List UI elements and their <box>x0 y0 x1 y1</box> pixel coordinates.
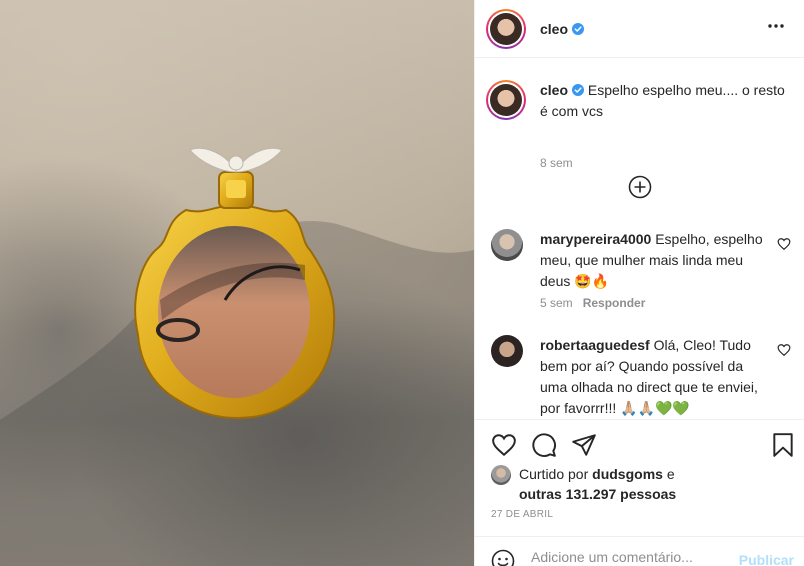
comment-like-icon[interactable] <box>777 343 791 357</box>
more-options-button[interactable] <box>764 14 788 38</box>
comment-icon[interactable] <box>531 432 557 458</box>
likes-summary: Curtido por dudsgoms e outras 131.297 pe… <box>491 464 676 504</box>
post-caption: cleo Espelho espelho meu.... o resto é c… <box>486 80 796 170</box>
caption-username[interactable]: cleo <box>540 82 568 98</box>
comment-meta: 5 sem Responder <box>540 296 645 310</box>
comment-username[interactable]: robertaaguedesf <box>540 337 650 353</box>
commenter-avatar[interactable] <box>491 335 523 367</box>
plus-circle-icon <box>628 175 652 199</box>
action-bar <box>475 419 804 457</box>
comment-like-icon[interactable] <box>777 237 791 251</box>
comment-time[interactable]: 5 sem <box>540 296 573 310</box>
mirror-illustration <box>0 147 474 566</box>
verified-badge-icon <box>572 22 585 35</box>
more-horizontal-icon <box>768 24 784 28</box>
post-photo[interactable] <box>0 0 474 566</box>
likes-mid: e <box>666 466 675 482</box>
post-date[interactable]: 27 DE ABRIL <box>491 509 553 520</box>
bookmark-icon[interactable] <box>770 432 796 458</box>
post-header: cleo <box>475 0 804 58</box>
comment-username[interactable]: marypereira4000 <box>540 231 651 247</box>
comment-item: robertaaguedesf Olá, Cleo! Tudo bem por … <box>491 335 791 419</box>
load-more-comments-button[interactable] <box>628 175 652 199</box>
liker-username[interactable]: dudsgoms <box>592 466 663 482</box>
add-comment-bar: Publicar <box>475 536 804 566</box>
author-avatar[interactable] <box>486 8 526 49</box>
comments-list[interactable]: cleo Espelho espelho meu.... o resto é c… <box>475 59 804 419</box>
verified-badge-icon <box>572 84 585 96</box>
share-icon[interactable] <box>571 432 597 458</box>
post-side-panel: cleo cleo Espelho espelho meu.... o rest… <box>475 0 804 566</box>
heart-icon[interactable] <box>491 432 517 458</box>
reply-button[interactable]: Responder <box>583 296 646 310</box>
comment-input[interactable] <box>531 549 731 565</box>
caption-time[interactable]: 8 sem <box>540 156 573 170</box>
caption-avatar[interactable] <box>486 80 526 120</box>
smile-icon[interactable] <box>491 549 515 566</box>
author-username[interactable]: cleo <box>540 21 568 37</box>
comment-item: marypereira4000 Espelho, espelho meu, qu… <box>491 229 791 310</box>
likes-others-link[interactable]: outras 131.297 pessoas <box>519 486 676 502</box>
liker-avatar[interactable] <box>491 465 511 485</box>
publish-button[interactable]: Publicar <box>739 552 794 566</box>
likes-prefix: Curtido por <box>519 466 589 482</box>
commenter-avatar[interactable] <box>491 229 523 261</box>
